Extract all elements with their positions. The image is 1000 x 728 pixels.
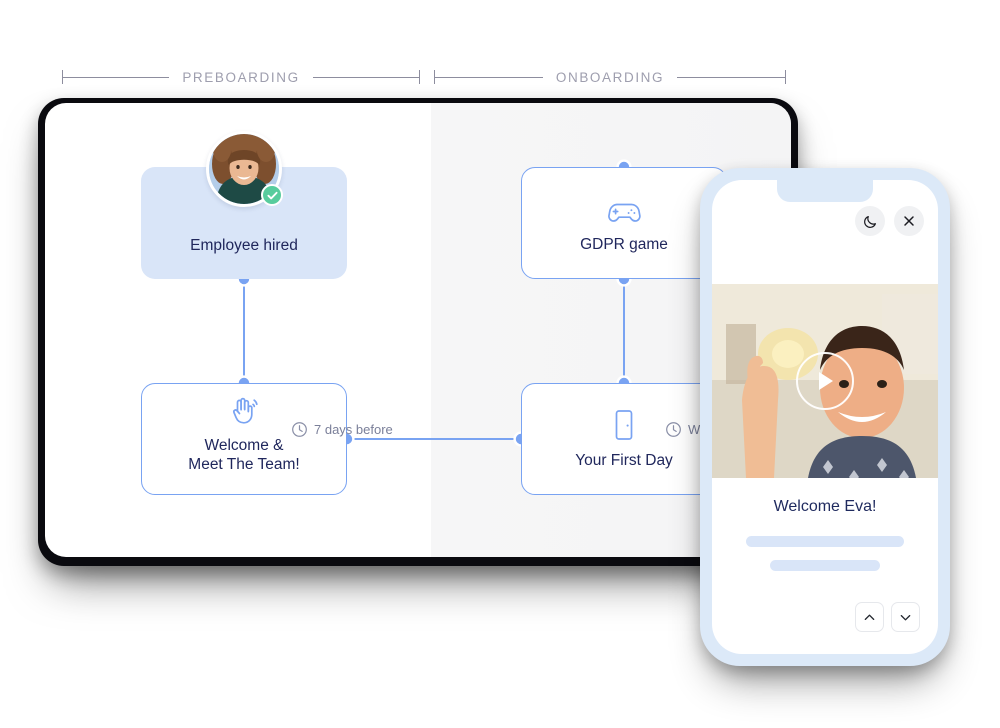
section-bracket-onboarding: ONBOARDING xyxy=(434,62,787,92)
clock-icon xyxy=(665,421,682,438)
flow-card-gdpr-game[interactable]: GDPR game xyxy=(521,167,727,279)
flow-card-title: Employee hired xyxy=(190,237,298,254)
bracket-rule-right xyxy=(677,77,786,78)
moon-icon[interactable] xyxy=(855,206,885,236)
phone-notch xyxy=(777,180,873,202)
laptop-screen: Employee hired Welcome & Meet The Team! … xyxy=(45,103,791,557)
delay-label-7-days-before: 7 days before xyxy=(291,421,393,438)
play-icon[interactable] xyxy=(796,352,854,410)
phone-welcome-title: Welcome Eva! xyxy=(773,498,877,515)
phone-topbar xyxy=(855,206,924,236)
flow-card-welcome-meet-team[interactable]: Welcome & Meet The Team! xyxy=(141,383,347,495)
gamepad-icon xyxy=(605,198,643,226)
bracket-rule-left xyxy=(63,77,170,78)
section-label-preboarding: PREBOARDING xyxy=(182,69,300,85)
bracket-tick-right xyxy=(785,70,787,84)
welcome-video[interactable] xyxy=(712,284,938,478)
bracket-rule-left xyxy=(435,77,543,78)
chevron-down-icon[interactable] xyxy=(891,602,920,632)
flow-card-your-first-day[interactable]: Your First Day xyxy=(521,383,727,495)
phone-nav xyxy=(855,602,920,632)
check-badge-icon xyxy=(261,184,283,206)
bracket-rule-right xyxy=(312,77,419,78)
phone-screen: Welcome Eva! xyxy=(712,180,938,654)
flow-card-title: GDPR game xyxy=(580,236,668,253)
avatar xyxy=(206,131,283,207)
clock-icon xyxy=(291,421,308,438)
chevron-up-icon[interactable] xyxy=(855,602,884,632)
laptop-mockup: Employee hired Welcome & Meet The Team! … xyxy=(38,98,798,566)
section-label-onboarding: ONBOARDING xyxy=(555,69,665,85)
close-icon[interactable] xyxy=(894,206,924,236)
flow-card-title: Your First Day xyxy=(575,452,673,469)
placeholder-bar xyxy=(746,536,904,547)
delay-label-text: 7 days before xyxy=(314,422,393,437)
flow-card-employee-hired[interactable]: Employee hired xyxy=(141,131,347,279)
waving-hand-icon xyxy=(227,393,261,427)
placeholder-bar xyxy=(770,560,880,571)
bracket-tick-right xyxy=(419,70,420,84)
section-bracket-preboarding: PREBOARDING xyxy=(62,62,420,92)
door-icon xyxy=(612,408,636,442)
flow-card-title-line2: Meet The Team! xyxy=(188,456,300,473)
illustration-canvas: PREBOARDING ONBOARDING Employee hired We… xyxy=(0,0,1000,728)
phone-mockup: Welcome Eva! xyxy=(700,168,950,666)
flow-card-title-line1: Welcome & xyxy=(204,437,284,454)
